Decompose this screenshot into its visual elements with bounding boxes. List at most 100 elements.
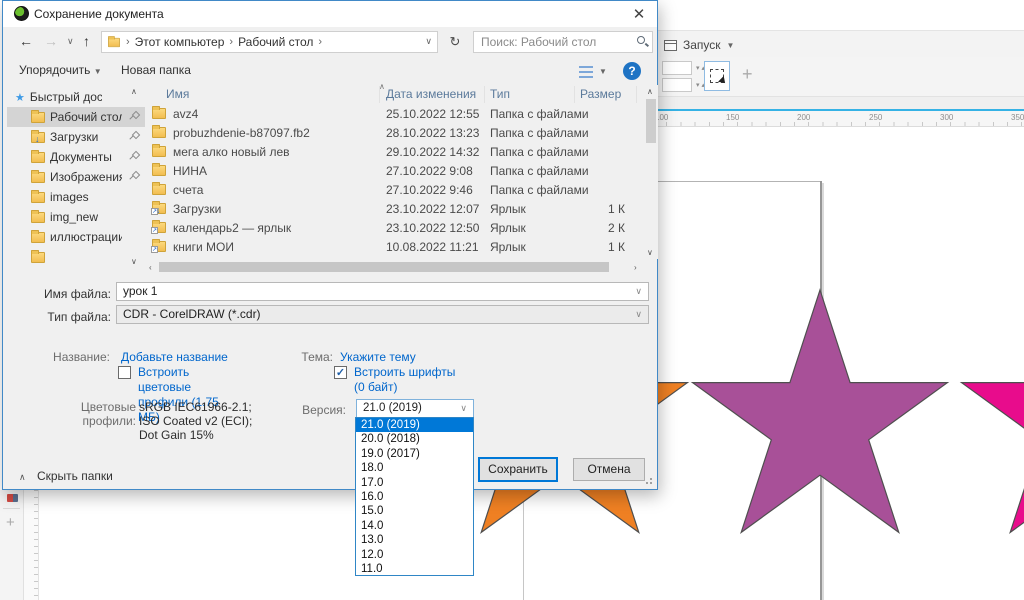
embed-profiles-checkbox[interactable] xyxy=(118,366,131,379)
file-row[interactable]: НИНА27.10.2022 9:08Папка с файлами xyxy=(146,162,643,181)
forward-button[interactable]: → xyxy=(44,33,58,49)
set-theme-link[interactable]: Укажите тему xyxy=(340,350,416,364)
crop-tool-button[interactable] xyxy=(704,61,730,91)
version-option[interactable]: 11.0 xyxy=(356,562,473,576)
search-icon xyxy=(637,36,645,44)
breadcrumb-item-computer[interactable]: Этот компьютер xyxy=(135,35,225,49)
save-button[interactable]: Сохранить xyxy=(479,458,557,481)
scroll-right-icon[interactable]: › xyxy=(634,263,637,272)
version-option[interactable]: 12.0 xyxy=(356,548,473,562)
sidebar-item-Рабочий стол[interactable]: Рабочий стол xyxy=(7,107,145,127)
sidebar-item-иллюстрации[interactable]: иллюстрации xyxy=(7,227,145,247)
filetype-select[interactable]: CDR - CorelDRAW (*.cdr)∨ xyxy=(116,305,649,324)
column-date[interactable]: Дата изменения xyxy=(386,87,476,101)
sidebar-item-images[interactable]: images xyxy=(7,187,145,207)
add-icon[interactable]: + xyxy=(6,514,15,531)
version-option[interactable]: 15.0 xyxy=(356,504,473,518)
file-row[interactable]: счета27.10.2022 9:46Папка с файлами xyxy=(146,181,643,200)
file-row[interactable]: avz425.10.2022 12:55Папка с файлами xyxy=(146,105,643,124)
file-type: Папка с файлами xyxy=(490,164,589,178)
history-chevron-icon[interactable]: ∨ xyxy=(67,36,74,47)
back-button[interactable]: ← xyxy=(19,33,33,49)
column-divider[interactable] xyxy=(636,86,637,103)
breadcrumb-item-desktop[interactable]: Рабочий стол xyxy=(238,35,313,49)
toolbar-gap xyxy=(652,97,1024,109)
chevron-down-icon[interactable]: ∨ xyxy=(635,306,642,323)
sidebar-item-Изображения[interactable]: Изображения xyxy=(7,167,145,187)
sidebar-scroll-down-icon[interactable]: ∨ xyxy=(131,257,137,266)
organize-button[interactable]: Упорядочить ▼ xyxy=(19,63,102,77)
file-row[interactable]: ↗календарь2 — ярлык23.10.2022 12:50Ярлык… xyxy=(146,219,643,238)
search-input[interactable]: Поиск: Рабочий стол xyxy=(473,31,653,53)
file-row[interactable]: ↓↗Загрузки23.10.2022 12:07Ярлык1 К xyxy=(146,200,643,219)
column-divider[interactable] xyxy=(484,86,485,103)
launch-control[interactable]: Запуск ▼ xyxy=(664,38,734,52)
folder-icon: ↓ xyxy=(31,132,45,143)
column-size[interactable]: Размер xyxy=(580,87,621,101)
breadcrumb[interactable]: › Этот компьютер › Рабочий стол › ∨ xyxy=(101,31,438,53)
file-name: avz4 xyxy=(173,107,198,121)
sidebar-item-Документы[interactable]: Документы xyxy=(7,147,145,167)
refresh-button[interactable]: ↻ xyxy=(443,31,467,53)
chevron-down-icon[interactable]: ∨ xyxy=(425,36,432,47)
breadcrumb-separator: › xyxy=(126,36,130,48)
version-option[interactable]: 21.0 (2019) xyxy=(356,418,473,432)
sidebar-scroll-up-icon[interactable]: ∧ xyxy=(131,87,137,96)
filename-input[interactable]: урок 1∨ xyxy=(116,282,649,301)
view-dropdown-icon[interactable]: ▼ xyxy=(599,67,607,76)
dock-color-icon[interactable] xyxy=(7,494,18,502)
hide-folders-button[interactable]: ∧ Скрыть папки xyxy=(19,469,113,483)
add-title-link[interactable]: Добавьте название xyxy=(121,350,228,364)
embed-fonts-checkbox[interactable]: ✓ xyxy=(334,366,347,379)
scroll-left-icon[interactable]: ‹ xyxy=(149,263,152,272)
column-name[interactable]: Имя xyxy=(166,87,189,101)
file-row[interactable]: ↗книги МОИ10.08.2022 11:21Ярлык1 К xyxy=(146,238,643,257)
embed-fonts-label[interactable]: Встроить шрифты (0 байт) xyxy=(354,365,464,395)
file-name: probuzhdenie-b87097.fb2 xyxy=(173,126,310,140)
chevron-up-icon: ∧ xyxy=(19,472,26,482)
sidebar-item-img_new[interactable]: img_new xyxy=(7,207,145,227)
file-name: НИНА xyxy=(173,164,207,178)
version-select[interactable]: 21.0 (2019)∨ xyxy=(356,399,474,418)
scrollbar-thumb[interactable] xyxy=(646,99,656,143)
version-option[interactable]: 16.0 xyxy=(356,490,473,504)
sidebar-item-Быстрый доступ[interactable]: ★Быстрый доступ xyxy=(7,87,145,107)
sidebar-item-clipped[interactable] xyxy=(7,247,145,267)
scroll-down-icon[interactable]: ∨ xyxy=(647,248,653,257)
horizontal-scrollbar[interactable]: ‹ › xyxy=(146,260,643,274)
file-name: счета xyxy=(173,183,203,197)
dialog-title: Сохранение документа xyxy=(34,7,164,21)
folder-icon xyxy=(152,108,166,119)
column-divider[interactable] xyxy=(574,86,575,103)
chevron-down-icon[interactable]: ∨ xyxy=(635,283,642,300)
version-option[interactable]: 17.0 xyxy=(356,476,473,490)
vertical-scrollbar[interactable]: ∧ ∨ xyxy=(644,85,658,259)
version-option[interactable]: 18.0 xyxy=(356,461,473,475)
version-option[interactable]: 14.0 xyxy=(356,519,473,533)
column-type[interactable]: Тип xyxy=(490,87,510,101)
up-button[interactable]: ↑ xyxy=(83,33,90,49)
view-mode-icon[interactable] xyxy=(579,66,593,78)
help-button[interactable]: ? xyxy=(623,62,641,80)
close-button[interactable]: ✕ xyxy=(630,5,648,23)
plus-icon[interactable]: + xyxy=(742,64,753,85)
file-type: Папка с файлами xyxy=(490,107,589,121)
file-name: мега алко новый лев xyxy=(173,145,290,159)
column-divider[interactable] xyxy=(379,86,380,103)
cancel-button[interactable]: Отмена xyxy=(573,458,645,481)
resize-grip[interactable] xyxy=(645,477,653,485)
breadcrumb-separator: › xyxy=(229,36,233,48)
version-option[interactable]: 19.0 (2017) xyxy=(356,447,473,461)
new-folder-button[interactable]: Новая папка xyxy=(121,63,191,77)
version-option[interactable]: 13.0 xyxy=(356,533,473,547)
filetype-label: Тип файла: xyxy=(33,310,111,324)
scroll-up-icon[interactable]: ∧ xyxy=(647,87,653,96)
size-field-2[interactable] xyxy=(662,78,692,92)
version-option[interactable]: 20.0 (2018) xyxy=(356,432,473,446)
chevron-down-icon[interactable]: ∨ xyxy=(460,400,467,417)
file-row[interactable]: мега алко новый лев29.10.2022 14:32Папка… xyxy=(146,143,643,162)
file-row[interactable]: probuzhdenie-b87097.fb228.10.2022 13:23П… xyxy=(146,124,643,143)
sidebar-item-Загрузки[interactable]: ↓Загрузки xyxy=(7,127,145,147)
size-field-1[interactable] xyxy=(662,61,692,75)
scrollbar-thumb[interactable] xyxy=(159,262,609,272)
